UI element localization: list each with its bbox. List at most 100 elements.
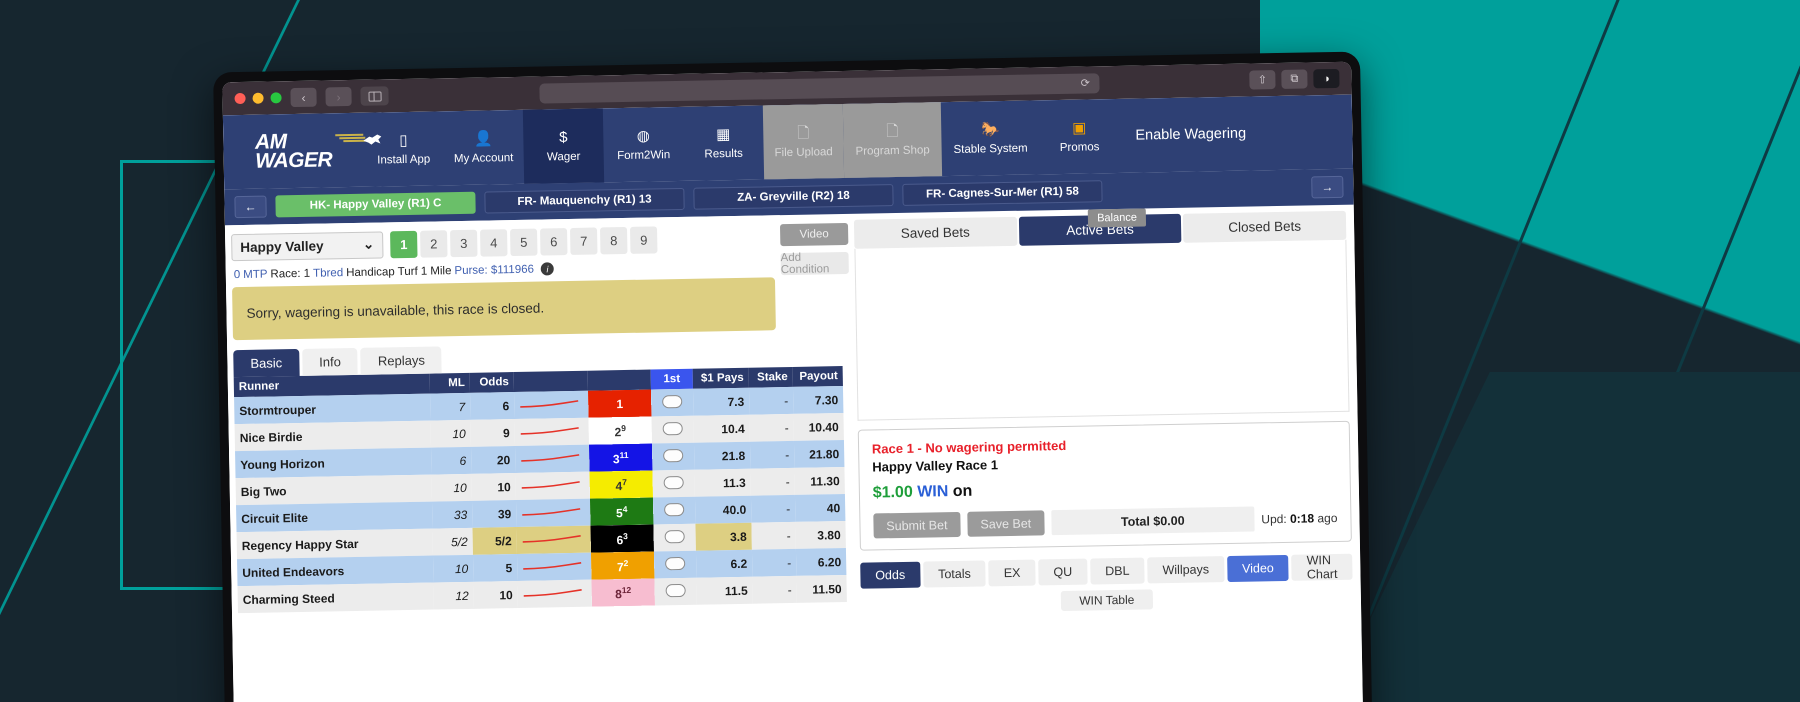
win-radio[interactable]	[664, 502, 685, 516]
pool-tab-willpays[interactable]: Willpays	[1147, 556, 1225, 584]
track-chip-mauquenchy[interactable]: FR- Mauquenchy (R1) 13	[484, 187, 685, 214]
win-radio[interactable]	[665, 556, 686, 570]
nav-label-stable-system: Stable System	[953, 142, 1028, 156]
runner-morning-line: 5/2	[432, 527, 473, 556]
nav-item-stable-system[interactable]: 🐎 Stable System	[941, 100, 1040, 176]
race-number-6[interactable]: 6	[540, 227, 568, 256]
tab-label: Info	[319, 354, 342, 370]
close-window-button[interactable]	[234, 92, 246, 105]
pool-tab-label: Video	[1241, 561, 1274, 576]
info-icon[interactable]: i	[540, 262, 555, 276]
win-radio[interactable]	[663, 475, 684, 489]
maximize-window-button[interactable]	[270, 92, 282, 104]
pool-tab-video[interactable]: Video	[1226, 554, 1290, 583]
win-selection-cell[interactable]	[651, 442, 695, 471]
win-radio[interactable]	[664, 529, 685, 543]
forward-button[interactable]: ›	[325, 86, 352, 107]
race-number-1[interactable]: 1	[390, 230, 418, 258]
race-number-9[interactable]: 9	[629, 225, 658, 254]
race-type-label: Handicap	[346, 265, 395, 279]
win-selection-cell[interactable]	[650, 388, 694, 417]
race-number-label: 4	[489, 234, 498, 250]
wagering-closed-banner: Sorry, wagering is unavailable, this rac…	[232, 277, 776, 341]
track-prev-button[interactable]: ←	[234, 195, 267, 219]
bet-on-label: on	[952, 482, 973, 501]
nav-item-wager[interactable]: $ Wager	[522, 108, 605, 184]
race-number-7[interactable]: 7	[569, 227, 598, 255]
purse-label: Purse: $111966	[454, 263, 535, 277]
breed-label: Tbred	[313, 266, 344, 280]
track-chip-happy-valley[interactable]: HK- Happy Valley (R1) C	[275, 191, 476, 218]
mtp-value: 0	[233, 268, 241, 281]
nav-item-results[interactable]: ▦ Results	[683, 105, 764, 180]
win-table-chip[interactable]: WIN Table	[1060, 589, 1153, 612]
race-number-3[interactable]: 3	[450, 229, 478, 257]
save-bet-button[interactable]: Save Bet	[967, 510, 1045, 537]
track-chip-label: FR- Cagnes-Sur-Mer (R1) 58	[925, 185, 1079, 201]
win-selection-cell[interactable]	[653, 523, 696, 552]
pool-tab-qu[interactable]: QU	[1038, 558, 1088, 586]
tabs-overview-button[interactable]: ⧉	[1281, 69, 1308, 89]
win-selection-cell[interactable]	[652, 496, 696, 525]
pool-tab-odds[interactable]: Odds	[860, 561, 921, 589]
bet-tab-label: Saved Bets	[900, 224, 970, 241]
race-number-4[interactable]: 4	[480, 228, 508, 257]
minimize-window-button[interactable]	[252, 92, 264, 104]
tab-closed-bets[interactable]: Closed Bets	[1183, 210, 1347, 243]
win-selection-cell[interactable]	[653, 550, 697, 579]
win-radio[interactable]	[662, 394, 683, 408]
sidebar-toggle-button[interactable]	[360, 86, 389, 106]
col-first[interactable]: 1st	[650, 368, 693, 390]
pool-tab-label: DBL	[1105, 563, 1130, 579]
runner-odds: 9	[470, 419, 515, 447]
bet-slip-amount-row: $1.00 WIN on	[873, 476, 1337, 503]
tab-basic[interactable]: Basic	[233, 348, 300, 378]
win-radio[interactable]	[663, 448, 684, 462]
pool-tab-ex[interactable]: EX	[988, 559, 1036, 587]
share-button[interactable]: ⇧	[1249, 70, 1276, 90]
video-button[interactable]: Video	[779, 222, 849, 247]
nav-item-file-upload[interactable]: 🗋 File Upload	[762, 103, 845, 180]
race-number-8[interactable]: 8	[599, 226, 628, 254]
profile-button[interactable]: ◑	[1313, 68, 1340, 89]
nav-item-promos[interactable]: ▣ Promos	[1039, 99, 1120, 174]
window-controls[interactable]	[234, 92, 282, 105]
main-content: Happy Valley ⌄ 1 2 3 4 5 6 7 8 9 0 MTP R…	[224, 205, 1363, 702]
runner-name: Young Horizon	[235, 447, 432, 479]
add-condition-button[interactable]: Add Condition	[780, 252, 849, 276]
nav-label-promos: Promos	[1059, 141, 1100, 155]
win-selection-cell[interactable]	[654, 577, 697, 606]
pool-tab-win-chart[interactable]: WIN Chart	[1291, 553, 1353, 582]
tab-info[interactable]: Info	[301, 347, 359, 376]
track-next-button[interactable]: →	[1311, 175, 1344, 199]
win-radio[interactable]	[665, 583, 686, 597]
pool-tab-totals[interactable]: Totals	[922, 560, 987, 588]
back-button[interactable]: ‹	[290, 87, 317, 108]
nav-item-my-account[interactable]: 👤 My Account	[443, 110, 524, 185]
win-radio[interactable]	[662, 421, 683, 435]
track-select-dropdown[interactable]: Happy Valley ⌄	[231, 230, 384, 261]
win-selection-cell[interactable]	[652, 469, 695, 498]
race-number-5[interactable]: 5	[510, 228, 538, 256]
saddle-cloth-number: 311	[588, 443, 653, 472]
runner-morning-line: 6	[431, 446, 472, 475]
race-number-tabs: 1 2 3 4 5 6 7 8 9	[390, 225, 658, 258]
brand-logo[interactable]: AM WAGER	[223, 113, 382, 190]
chevron-down-icon: ⌄	[362, 236, 375, 252]
track-chip-cagnes-sur-mer[interactable]: FR- Cagnes-Sur-Mer (R1) 58	[902, 180, 1103, 206]
enable-wagering-button[interactable]: Enable Wagering	[1119, 97, 1247, 173]
nav-label-install-app: Install App	[377, 153, 431, 167]
tab-replays[interactable]: Replays	[360, 346, 443, 375]
race-number-2[interactable]: 2	[420, 229, 448, 258]
nav-item-program-shop[interactable]: 🗋 Program Shop	[842, 102, 943, 178]
reload-icon[interactable]: ⟳	[1081, 76, 1090, 89]
win-selection-cell[interactable]	[651, 415, 694, 444]
nav-item-install-app[interactable]: ▯ Install App	[363, 111, 444, 186]
tab-saved-bets[interactable]: Saved Bets	[853, 216, 1017, 249]
pool-tab-dbl[interactable]: DBL	[1089, 557, 1145, 585]
submit-bet-button[interactable]: Submit Bet	[873, 511, 961, 539]
url-input[interactable]: ⟳	[538, 72, 1100, 104]
bet-total-label: Total $0.00	[1120, 513, 1185, 529]
nav-item-form2win[interactable]: ◍ Form2Win	[603, 107, 684, 182]
track-chip-greyville[interactable]: ZA- Greyville (R2) 18	[693, 184, 894, 210]
